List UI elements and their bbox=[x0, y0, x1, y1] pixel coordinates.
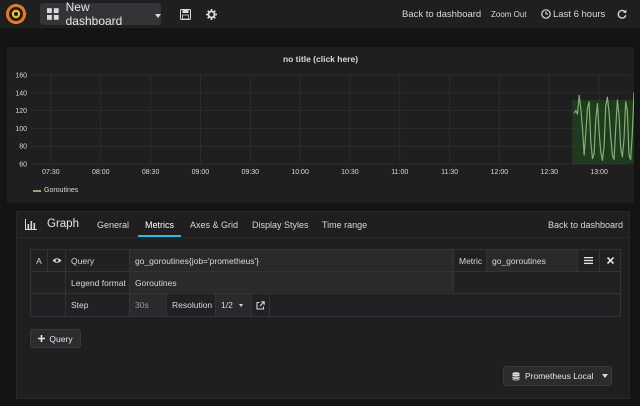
step-input[interactable]: 30s bbox=[130, 294, 167, 316]
graph-panel[interactable]: no title (click here) 60 80 100 120 140 160 07… bbox=[7, 47, 634, 203]
legend-format-label: Legend format bbox=[66, 272, 130, 294]
plus-icon bbox=[38, 335, 46, 342]
chevron-down-icon bbox=[155, 13, 161, 18]
query-ref-id[interactable]: A bbox=[31, 250, 48, 272]
open-in-prometheus-button[interactable] bbox=[252, 294, 270, 316]
dashboard-grid-icon bbox=[47, 8, 59, 20]
y-tick-label: 100 bbox=[15, 126, 27, 133]
tab-display-styles[interactable]: Display Styles bbox=[252, 220, 309, 230]
add-query-button[interactable]: Query bbox=[30, 329, 81, 348]
metric-lookup-input[interactable]: go_goroutines bbox=[487, 250, 578, 272]
gear-icon[interactable] bbox=[206, 9, 217, 20]
time-range-picker[interactable]: Last 6 hours bbox=[553, 9, 605, 20]
query-menu-button[interactable] bbox=[578, 250, 600, 272]
add-query-label: Query bbox=[49, 333, 73, 344]
grafana-logo-icon[interactable] bbox=[4, 2, 28, 26]
remove-query-button[interactable] bbox=[600, 250, 620, 272]
row-filler bbox=[270, 294, 620, 316]
x-tick-label: 13:00 bbox=[590, 169, 608, 176]
refresh-icon[interactable] bbox=[617, 9, 627, 19]
chart-legend: Goroutines bbox=[33, 187, 78, 194]
query-expression-input[interactable]: go_goroutines{job='prometheus'} bbox=[130, 250, 454, 272]
query-label: Query bbox=[66, 250, 130, 272]
x-tick-label: 10:30 bbox=[341, 169, 359, 176]
active-tab-indicator bbox=[138, 235, 181, 237]
goroutines-chart: 60 80 100 120 140 160 07:30 08:00 08:30 09:00 09:3… bbox=[15, 73, 634, 176]
tab-axes-grid[interactable]: Axes & Grid bbox=[190, 220, 238, 230]
database-icon bbox=[512, 371, 520, 380]
tab-time-range[interactable]: Time range bbox=[322, 220, 367, 230]
bar-chart-icon bbox=[25, 219, 37, 230]
panel-type-title: Graph bbox=[47, 218, 79, 230]
top-navbar: New dashboard Back to dashboard Zoom Out… bbox=[0, 0, 640, 29]
row-spacer bbox=[31, 272, 66, 294]
metric-label: Metric bbox=[454, 250, 487, 272]
x-tick-label: 10:00 bbox=[291, 169, 309, 176]
x-tick-label: 11:30 bbox=[441, 169, 458, 176]
clock-icon bbox=[541, 9, 551, 19]
x-tick-label: 12:00 bbox=[491, 169, 509, 176]
save-icon[interactable] bbox=[180, 9, 191, 20]
hamburger-icon bbox=[584, 257, 593, 264]
dashboard-picker-button[interactable]: New dashboard bbox=[40, 0, 161, 28]
tab-metrics[interactable]: Metrics bbox=[145, 220, 174, 230]
x-tick-label: 12:30 bbox=[541, 169, 559, 176]
resolution-select[interactable]: 1/2 bbox=[216, 294, 252, 316]
legend-series-name[interactable]: Goroutines bbox=[44, 187, 78, 194]
x-tick-label: 08:00 bbox=[92, 169, 110, 176]
resolution-label: Resolution bbox=[167, 294, 216, 316]
legend-swatch bbox=[33, 189, 41, 192]
datasource-select[interactable]: Prometheus Local bbox=[503, 366, 612, 386]
external-link-icon bbox=[256, 300, 265, 310]
x-tick-label: 09:30 bbox=[242, 169, 260, 176]
chevron-down-icon bbox=[238, 303, 243, 307]
eye-icon bbox=[52, 258, 61, 263]
resolution-value: 1/2 bbox=[221, 300, 233, 310]
legend-format-input[interactable]: Goroutines bbox=[130, 272, 454, 294]
x-tick-label: 07:30 bbox=[42, 169, 60, 176]
tab-general[interactable]: General bbox=[97, 220, 129, 230]
y-tick-label: 160 bbox=[15, 73, 27, 80]
close-icon bbox=[606, 257, 614, 264]
datasource-name: Prometheus Local bbox=[525, 371, 594, 381]
editor-tabs: Graph General Metrics Axes & Grid Displa… bbox=[17, 212, 629, 238]
zoom-out-button[interactable]: Zoom Out bbox=[491, 10, 527, 19]
x-tick-label: 09:00 bbox=[192, 169, 210, 176]
dashboard-title: New dashboard bbox=[65, 0, 123, 28]
x-tick-label: 11:00 bbox=[391, 169, 408, 176]
y-tick-label: 60 bbox=[19, 162, 27, 169]
y-tick-label: 80 bbox=[19, 144, 27, 151]
chevron-down-icon bbox=[601, 374, 608, 378]
editor-back-to-dashboard-link[interactable]: Back to dashboard bbox=[548, 220, 623, 230]
step-label: Step bbox=[66, 294, 130, 316]
query-editor-row: A Query go_goroutines{job='prometheus'} … bbox=[30, 249, 621, 317]
row-filler bbox=[454, 272, 620, 294]
row-spacer bbox=[31, 294, 66, 316]
panel-editor: Graph General Metrics Axes & Grid Displa… bbox=[16, 211, 630, 399]
y-tick-label: 120 bbox=[15, 108, 27, 115]
x-tick-label: 08:30 bbox=[142, 169, 160, 176]
y-tick-label: 140 bbox=[15, 90, 27, 97]
back-to-dashboard-link[interactable]: Back to dashboard bbox=[402, 9, 481, 20]
toggle-visibility-button[interactable] bbox=[48, 250, 66, 272]
